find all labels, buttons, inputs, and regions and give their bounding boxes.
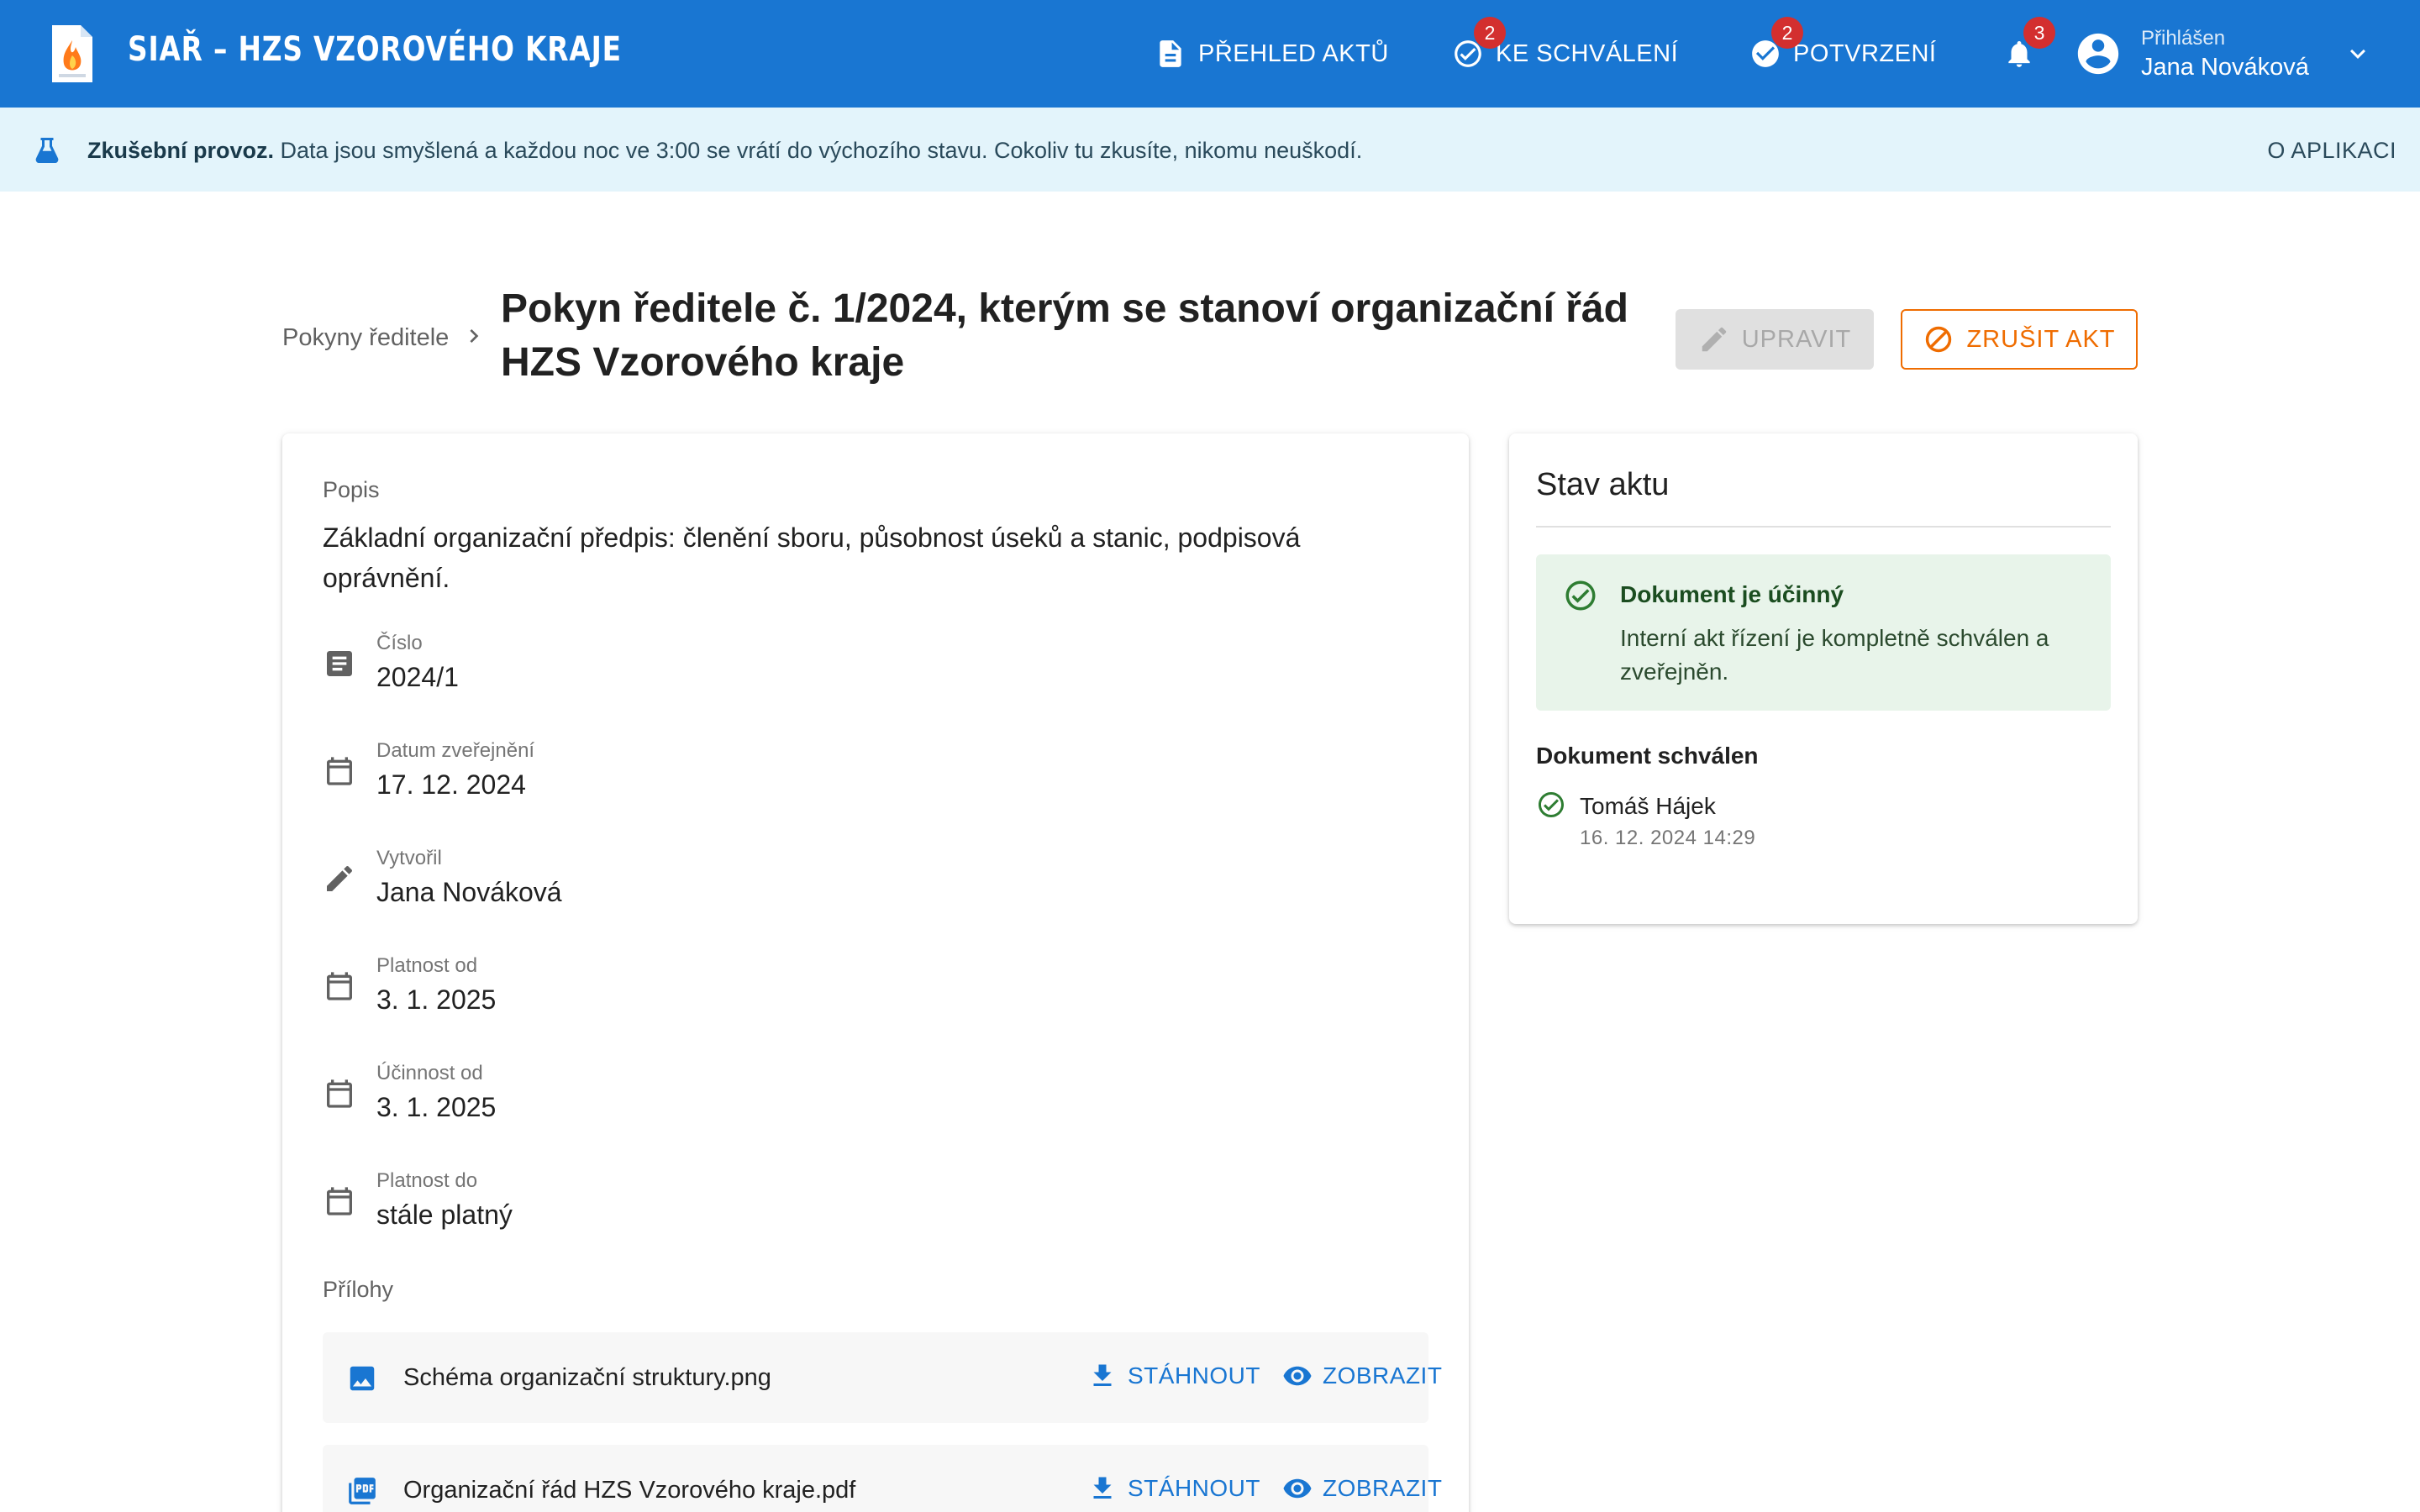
image-icon — [350, 1366, 375, 1391]
download-button[interactable]: STÁHNOUT — [1087, 1473, 1260, 1504]
divider — [1536, 526, 2111, 528]
edit-button-label: UPRAVIT — [1741, 325, 1852, 353]
field-effective-from: Účinnost od 3. 1. 2025 — [323, 1062, 1415, 1146]
download-label: STÁHNOUT — [1128, 1362, 1260, 1389]
attachments-label: Přílohy — [323, 1277, 394, 1302]
field-valid-from: Platnost od 3. 1. 2025 — [323, 954, 1415, 1038]
download-button[interactable]: STÁHNOUT — [1087, 1361, 1260, 1391]
field-value: Jana Nováková — [376, 877, 562, 907]
about-app-link[interactable]: O APLIKACI — [2267, 138, 2396, 164]
field-value: stále platný — [376, 1200, 513, 1230]
field-label: Datum zveřejnění — [376, 739, 535, 762]
description-label: Popis — [323, 477, 380, 502]
field-published-date: Datum zveřejnění 17. 12. 2024 — [323, 739, 1415, 823]
notifications-button[interactable] — [2003, 0, 2035, 108]
field-value: 17. 12. 2024 — [376, 769, 526, 800]
check-circle-outline-icon — [1539, 792, 1564, 817]
download-icon — [1093, 1364, 1112, 1386]
field-created-by: Vytvořil Jana Nováková — [323, 847, 1415, 931]
approval-timestamp: 16. 12. 2024 14:29 — [1580, 827, 1756, 849]
flask-icon — [35, 138, 59, 163]
pdf-icon — [349, 1478, 376, 1504]
user-menu[interactable]: Přihlášen Jana Nováková — [2074, 0, 2365, 108]
view-button[interactable]: ZOBRAZIT — [1282, 1361, 1442, 1391]
confirm-count-badge: 2 — [1771, 17, 1803, 49]
calendar-icon — [327, 1079, 352, 1108]
field-number: Číslo 2024/1 — [323, 632, 1415, 716]
pencil-icon — [1702, 327, 1726, 352]
banner-bold-text: Zkušební provoz. — [87, 138, 275, 163]
nav-overview-label: PŘEHLED AKTŮ — [1198, 39, 1389, 67]
status-alert: Dokument je účinný Interní akt řízení je… — [1536, 554, 2111, 711]
nav-approval-label: KE SCHVÁLENÍ — [1496, 39, 1679, 67]
nav-approval[interactable]: KE SCHVÁLENÍ — [1452, 0, 1678, 108]
chevron-right-icon — [470, 329, 479, 343]
app-title[interactable]: SIAŘ – HZS VZOROVÉHO KRAJE — [128, 30, 622, 69]
status-card-title: Stav aktu — [1536, 467, 1670, 502]
banner-message: Zkušební provoz. Data jsou smyšlená a ka… — [87, 138, 1362, 164]
chevron-down-icon[interactable] — [2343, 39, 2373, 69]
view-label: ZOBRAZIT — [1323, 1475, 1443, 1501]
nav-confirm[interactable]: POTVRZENÍ — [1749, 0, 1936, 108]
nav-overview[interactable]: PŘEHLED AKTŮ — [1155, 0, 1389, 108]
pencil-icon — [327, 865, 353, 891]
eye-icon — [1283, 1366, 1312, 1386]
app-logo[interactable] — [50, 24, 94, 84]
field-value: 3. 1. 2025 — [376, 984, 497, 1015]
approver-name: Tomáš Hájek — [1580, 793, 1716, 819]
field-label: Platnost do — [376, 1169, 478, 1192]
field-valid-until: Platnost do stále platný — [323, 1169, 1415, 1253]
view-button[interactable]: ZOBRAZIT — [1282, 1473, 1442, 1504]
status-alert-message: Interní akt řízení je kompletně schválen… — [1620, 625, 2049, 685]
block-icon — [1926, 326, 1952, 353]
cancel-act-button-label: ZRUŠIT AKT — [1966, 325, 2116, 353]
field-label: Vytvořil — [376, 847, 442, 869]
status-alert-title: Dokument je účinný — [1620, 581, 1844, 607]
app-bar: SIAŘ – HZS VZOROVÉHO KRAJE PŘEHLED AKTŮ … — [0, 0, 2420, 108]
field-label: Platnost od — [376, 954, 478, 977]
description-text: Základní organizační předpis: členění sb… — [323, 522, 1301, 593]
attachment-name: Schéma organizační struktury.png — [403, 1364, 771, 1391]
field-label: Účinnost od — [376, 1062, 483, 1084]
nav-confirm-label: POTVRZENÍ — [1793, 39, 1937, 67]
attachment-item: Organizační řád HZS Vzorového kraje.pdf … — [323, 1445, 1442, 1512]
test-mode-banner: Zkušební provoz. Data jsou smyšlená a ka… — [0, 108, 2420, 192]
document-icon — [1160, 40, 1181, 67]
cancel-act-button[interactable]: ZRUŠIT AKT — [1901, 309, 2138, 370]
notifications-count-badge: 3 — [2023, 17, 2055, 49]
user-name: Jana Nováková — [2141, 53, 2309, 81]
approval-count-badge: 2 — [1474, 17, 1506, 49]
account-circle-icon — [2077, 33, 2119, 75]
notes-icon — [327, 651, 352, 676]
check-circle-outline-icon — [1565, 580, 1596, 611]
field-value: 3. 1. 2025 — [376, 1092, 497, 1122]
edit-button[interactable]: UPRAVIT — [1676, 309, 1874, 370]
view-label: ZOBRAZIT — [1323, 1362, 1443, 1389]
calendar-icon — [327, 1187, 352, 1215]
attachment-item: Schéma organizační struktury.png STÁHNOU… — [323, 1332, 1442, 1423]
attachment-name: Organizační řád HZS Vzorového kraje.pdf — [403, 1477, 856, 1504]
banner-text: Data jsou smyšlená a každou noc ve 3:00 … — [274, 138, 1363, 163]
details-card: Popis Základní organizační předpis: člen… — [282, 433, 1469, 1512]
eye-icon — [1283, 1478, 1312, 1499]
user-status-label: Přihlášen — [2141, 26, 2226, 50]
calendar-icon — [327, 972, 352, 1000]
breadcrumb-link[interactable]: Pokyny ředitele — [282, 324, 449, 352]
download-icon — [1093, 1477, 1112, 1499]
field-value: 2024/1 — [376, 662, 459, 692]
page-title: Pokyn ředitele č. 1/2024, kterým se stan… — [501, 286, 1628, 385]
calendar-icon — [327, 757, 352, 785]
download-label: STÁHNOUT — [1128, 1475, 1260, 1501]
status-card: Stav aktu Dokument je účinný Interní akt… — [1509, 433, 2138, 924]
approved-heading: Dokument schválen — [1536, 743, 1759, 769]
field-label: Číslo — [376, 632, 423, 654]
